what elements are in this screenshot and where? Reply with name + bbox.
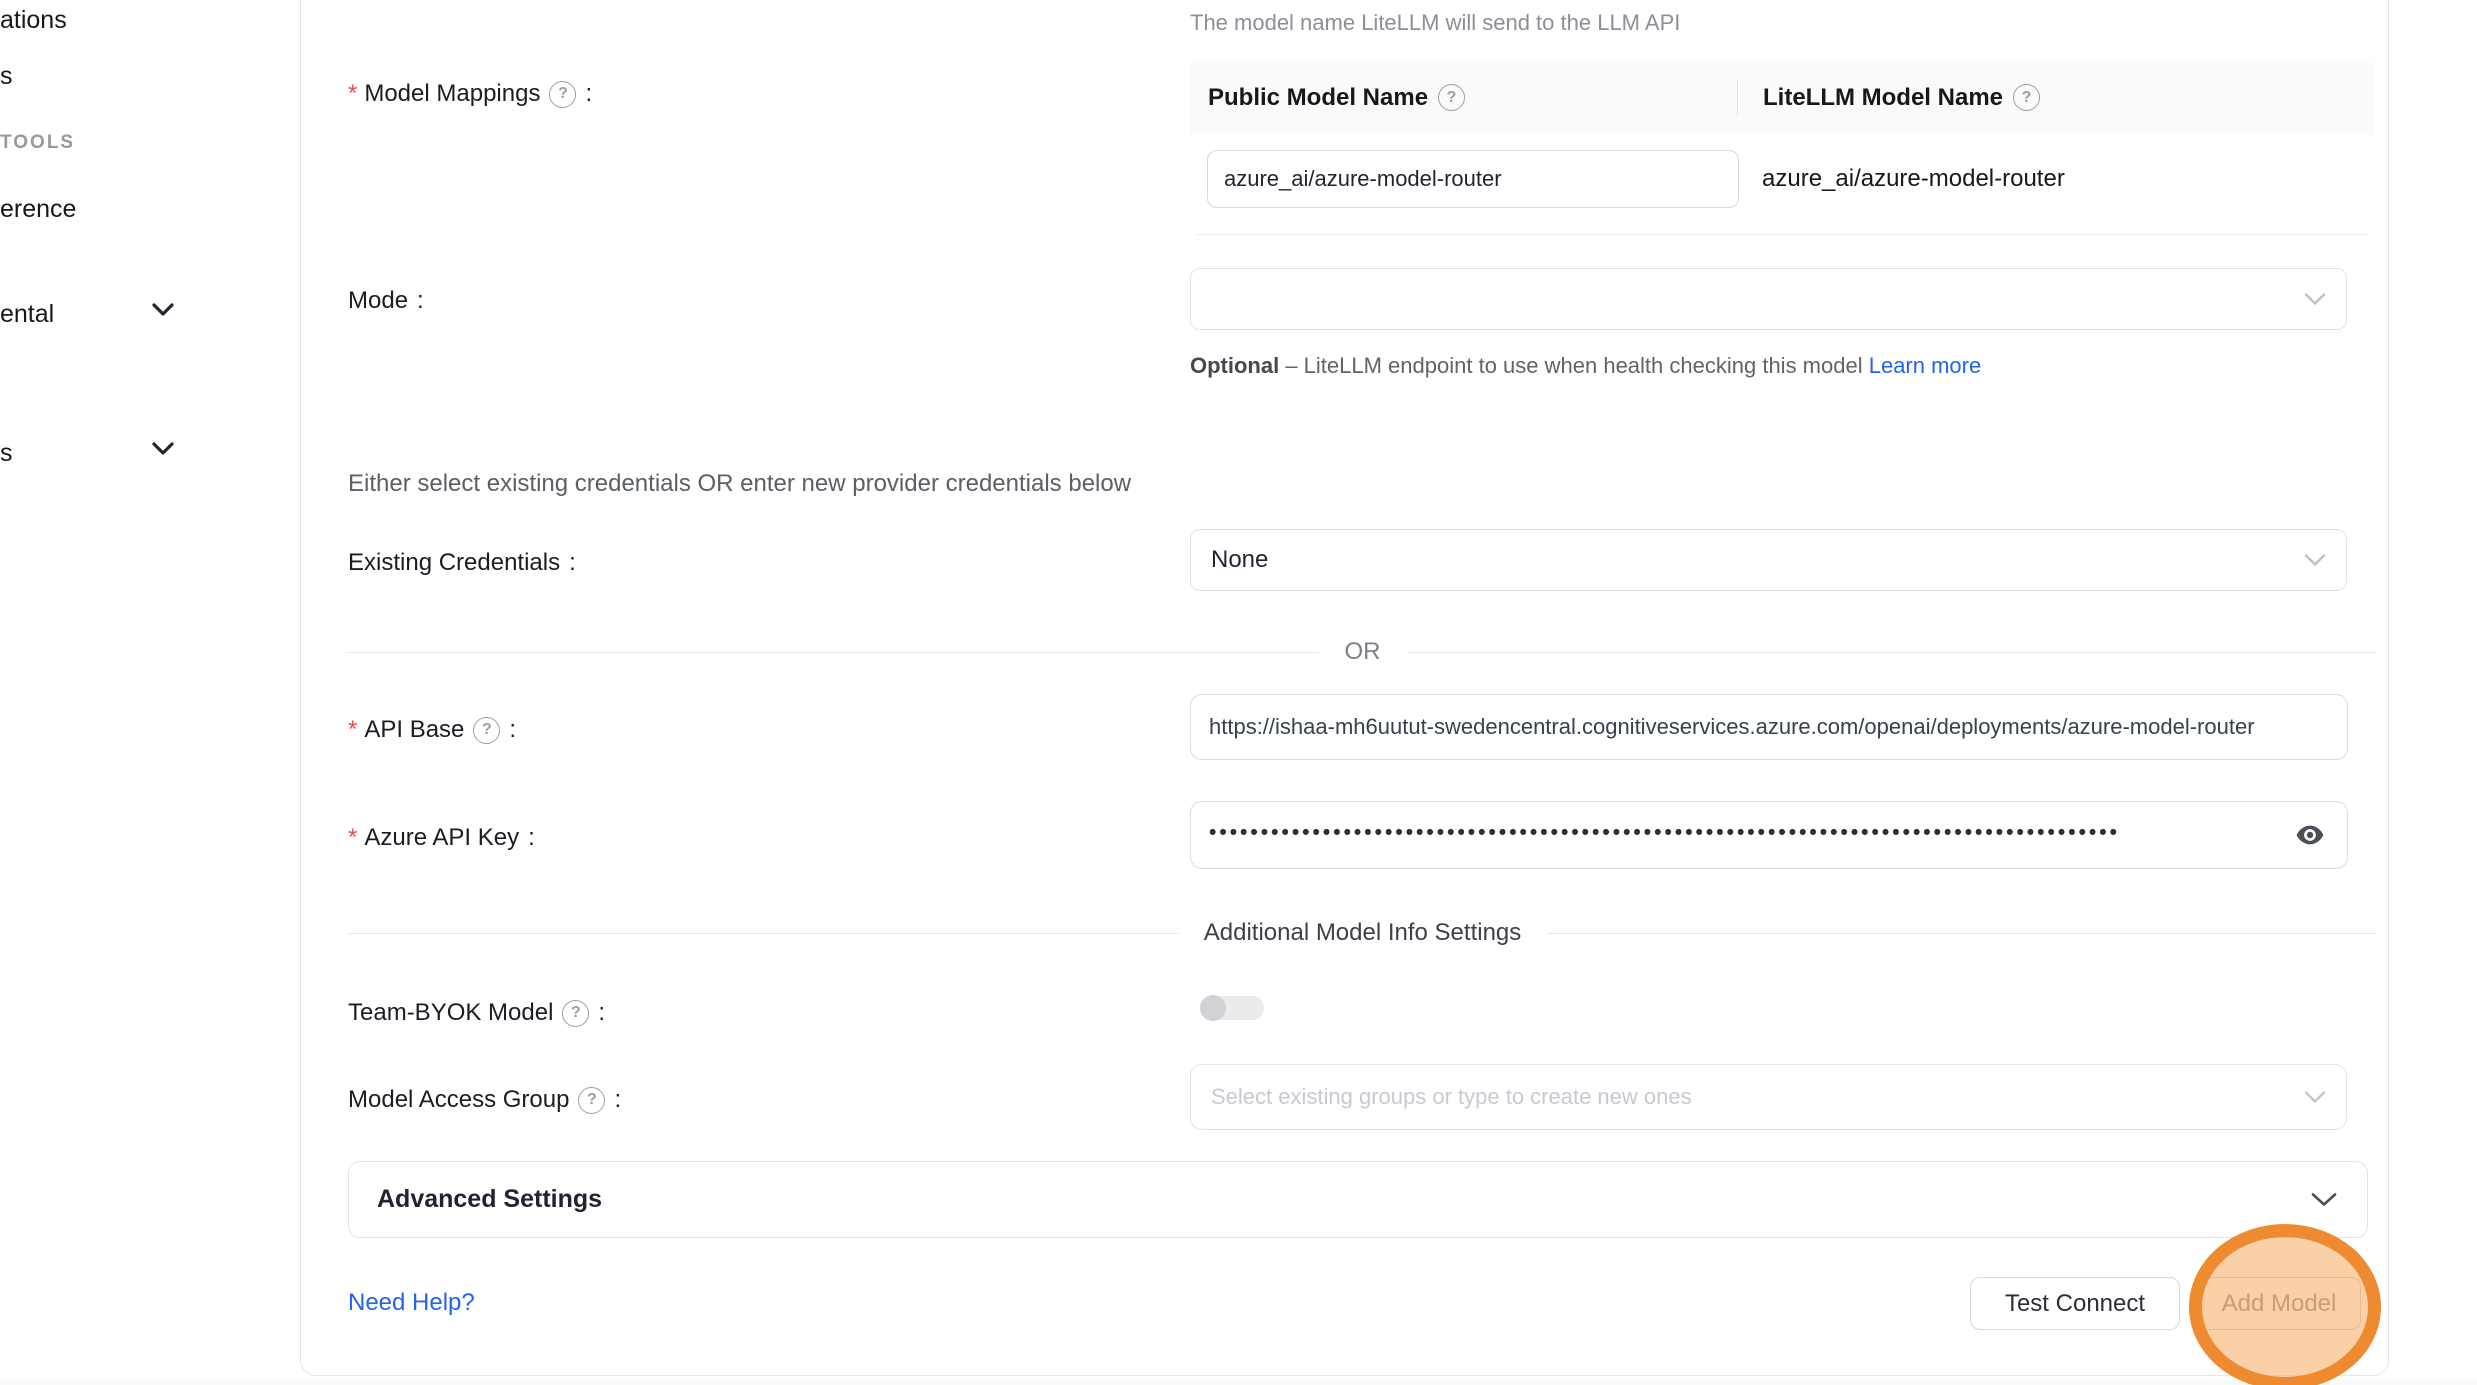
toggle-knob [1200,995,1226,1021]
or-divider-text: OR [1345,638,1381,666]
sidebar-item-experimental[interactable]: ental [0,300,54,329]
required-asterisk: * [348,80,357,108]
model-name-hint: The model name LiteLLM will send to the … [1190,10,1680,36]
advanced-settings-label: Advanced Settings [349,1185,602,1214]
model-access-group-label: Model Access Group [348,1086,569,1114]
model-access-group-placeholder: Select existing groups or type to create… [1211,1084,1692,1110]
api-base-label-row: * API Base ? : [348,716,516,744]
need-help-link[interactable]: Need Help? [348,1289,475,1317]
chevron-down-icon [2304,293,2326,306]
help-icon[interactable]: ? [2013,84,2040,111]
label-colon: : [614,1086,621,1114]
label-colon: : [569,549,576,577]
existing-credentials-label-row: Existing Credentials : [348,549,576,577]
existing-credentials-value: None [1211,546,1268,574]
info-divider: Additional Model Info Settings [348,919,2377,947]
existing-credentials-select[interactable]: None [1190,529,2347,591]
or-divider: OR [348,638,2377,666]
api-base-label: API Base [364,716,464,744]
mode-help-text: Optional – LiteLLM endpoint to use when … [1190,346,2010,386]
label-colon: : [598,999,605,1027]
team-byok-label-row: Team-BYOK Model ? : [348,999,605,1027]
team-byok-label: Team-BYOK Model [348,999,553,1027]
sidebar-item-inference[interactable]: erence [0,195,76,224]
api-base-input[interactable]: https://ishaa-mh6uutut-swedencentral.cog… [1190,694,2348,760]
help-icon[interactable]: ? [473,717,500,744]
api-base-value: https://ishaa-mh6uutut-swedencentral.cog… [1209,714,2255,740]
azure-api-key-input[interactable]: ••••••••••••••••••••••••••••••••••••••••… [1190,801,2348,869]
model-mappings-label-row: * Model Mappings ? : [348,80,592,108]
team-byok-toggle[interactable] [1202,996,1264,1020]
mode-label-row: Mode : [348,287,424,315]
sidebar-section-tools: TOOLS [0,132,75,154]
label-colon: : [528,824,535,852]
learn-more-link[interactable]: Learn more [1869,353,1982,378]
model-mappings-header: Public Model Name ? LiteLLM Model Name ? [1190,60,2374,135]
credentials-note: Either select existing credentials OR en… [348,470,1131,498]
divider-line [1407,652,2378,653]
litellm-model-name-header: LiteLLM Model Name ? [1737,84,2040,112]
help-icon[interactable]: ? [549,81,576,108]
sidebar-item-settings[interactable]: s [0,439,13,468]
azure-api-key-label: Azure API Key [364,824,519,852]
label-colon: : [417,287,424,315]
divider-line [1547,933,2377,934]
required-asterisk: * [348,716,357,744]
info-divider-text: Additional Model Info Settings [1204,919,1522,947]
litellm-model-name-value: azure_ai/azure-model-router [1762,165,2065,193]
azure-api-key-masked-value: ••••••••••••••••••••••••••••••••••••••••… [1209,821,2249,845]
public-model-name-header: Public Model Name ? [1190,84,1737,112]
label-colon: : [585,80,592,108]
chevron-down-icon [152,303,174,317]
mode-select[interactable] [1190,268,2347,330]
sidebar-item-models[interactable]: s [0,62,13,91]
litellm-model-name-header-label: LiteLLM Model Name [1763,84,2003,112]
chevron-down-icon [152,442,174,456]
divider-line [348,652,1319,653]
azure-api-key-label-row: * Azure API Key : [348,824,535,852]
model-mappings-row: azure_ai/azure-model-router [1190,135,2374,235]
toggle-key-visibility-button[interactable] [2293,818,2327,852]
chevron-down-icon [2311,1192,2337,1207]
model-mappings-label: Model Mappings [364,80,540,108]
test-connect-button[interactable]: Test Connect [1970,1277,2180,1330]
eye-icon [2294,819,2326,851]
label-colon: : [509,716,516,744]
existing-credentials-label: Existing Credentials [348,549,560,577]
required-asterisk: * [348,824,357,852]
optional-prefix: Optional [1190,353,1279,378]
mode-label: Mode [348,287,408,315]
add-model-page: ations s TOOLS erence ental s The model … [0,0,2477,1385]
help-icon[interactable]: ? [562,1000,589,1027]
chevron-down-icon [2304,554,2326,567]
divider-line [348,933,1178,934]
model-access-group-select[interactable]: Select existing groups or type to create… [1190,1064,2347,1130]
help-icon[interactable]: ? [1438,84,1465,111]
public-model-name-header-label: Public Model Name [1208,84,1428,112]
mode-help-body: – LiteLLM endpoint to use when health ch… [1279,353,1869,378]
help-icon[interactable]: ? [578,1087,605,1114]
model-access-group-label-row: Model Access Group ? : [348,1086,621,1114]
advanced-settings-toggle[interactable]: Advanced Settings [348,1161,2368,1238]
page-bottom-strip [0,1377,2477,1385]
sidebar-item-integrations[interactable]: ations [0,6,67,35]
chevron-down-icon [2304,1091,2326,1104]
public-model-name-input[interactable] [1207,150,1739,208]
model-mappings-table: Public Model Name ? LiteLLM Model Name ?… [1190,60,2374,235]
column-divider [1737,80,1738,116]
add-model-button[interactable]: Add Model [2197,1277,2361,1330]
